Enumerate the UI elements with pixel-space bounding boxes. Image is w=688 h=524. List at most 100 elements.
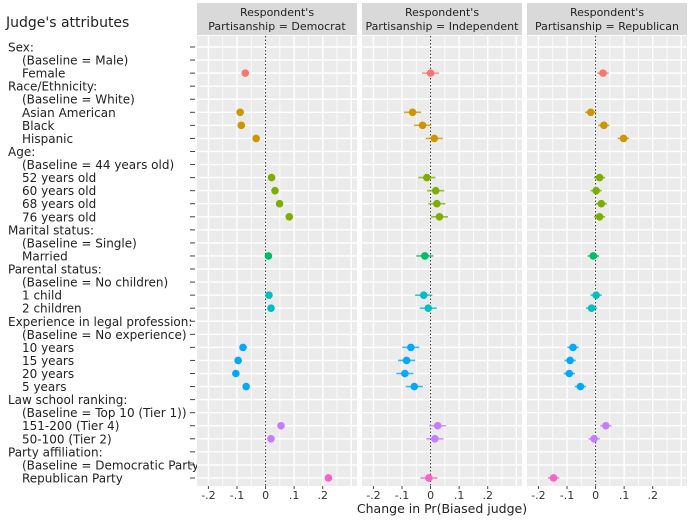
panel-background xyxy=(362,36,522,486)
point-estimate xyxy=(267,435,275,443)
y-tick-label: 2 children xyxy=(22,302,82,316)
point-estimate xyxy=(419,291,428,299)
point-estimate xyxy=(252,134,260,143)
point-estimate xyxy=(401,369,409,378)
facet-panel-2: Respondent'sPartisanship = Republican -.2… xyxy=(527,3,687,502)
y-tick-label: Republican Party xyxy=(22,471,123,485)
y-tick-label: (Baseline = 44 years old) xyxy=(22,158,174,172)
point-estimate xyxy=(592,291,600,299)
point-estimate xyxy=(265,291,273,299)
y-tick-label: 20 years xyxy=(22,367,74,381)
x-tick-label: -.2 xyxy=(531,489,545,502)
point-estimate xyxy=(433,421,442,430)
point-estimate xyxy=(431,186,440,195)
y-tick-label: (Baseline = Top 10 (Tier 1)) xyxy=(22,406,187,420)
facet-panels: Respondent's Partisanship = Democrat -.2 -.… xyxy=(197,3,687,502)
point-estimate xyxy=(237,121,246,130)
y-tick-label: 15 years xyxy=(22,354,74,368)
panel-background xyxy=(197,36,357,486)
point-estimate xyxy=(423,173,431,182)
point-estimate xyxy=(234,356,242,365)
y-tick-label: Party affiliation: xyxy=(8,445,103,459)
x-tick-label: -.1 xyxy=(230,489,244,502)
y-tick-label: Asian American xyxy=(22,106,116,120)
point-estimate xyxy=(589,252,598,260)
y-tick-label: Black xyxy=(22,119,55,133)
point-estimate xyxy=(602,421,610,430)
point-estimate xyxy=(324,474,333,482)
point-estimate xyxy=(426,69,435,77)
point-estimate xyxy=(232,369,240,378)
y-tick-label: Hispanic xyxy=(22,132,73,146)
point-estimate xyxy=(275,199,284,208)
y-tick-label: (Baseline = White) xyxy=(22,93,135,107)
point-estimate xyxy=(576,382,585,391)
point-estimate xyxy=(271,186,279,195)
x-tick-label: .2 xyxy=(317,489,328,502)
point-estimate xyxy=(592,186,600,195)
y-tick-label: Parental status: xyxy=(8,263,102,277)
point-estimate xyxy=(597,199,606,208)
point-estimate xyxy=(408,108,417,117)
y-tick-label: Sex: xyxy=(8,41,34,55)
x-tick-label: 0 xyxy=(262,489,269,502)
point-estimate xyxy=(242,382,250,391)
point-estimate xyxy=(267,304,275,313)
y-tick-label: Law school ranking: xyxy=(8,393,127,407)
point-estimate xyxy=(433,199,441,208)
point-estimate xyxy=(424,304,433,313)
y-tick-label: 52 years old xyxy=(22,171,96,185)
y-tick-label: (Baseline = Single) xyxy=(22,236,137,250)
y-tick-label: (Baseline = No experience) xyxy=(22,328,187,342)
point-estimate xyxy=(549,474,558,482)
x-axis-title: Change in Pr(Biased judge) xyxy=(357,501,527,516)
point-estimate xyxy=(277,421,285,430)
point-estimate xyxy=(565,369,574,378)
panel-background xyxy=(527,36,687,486)
strip-label-line2: Partisanship = Democrat xyxy=(208,20,346,33)
point-estimate xyxy=(267,173,276,182)
y-tick-label: 1 child xyxy=(22,289,62,303)
y-tick-label: 68 years old xyxy=(22,197,96,211)
strip-label-line1: Respondent's xyxy=(570,6,644,19)
x-tick-label: .2 xyxy=(647,489,658,502)
x-tick-label: .1 xyxy=(619,489,630,502)
point-estimate xyxy=(421,252,429,260)
y-tick-label: 151-200 (Tier 4) xyxy=(22,419,119,433)
y-tick-label: Marital status: xyxy=(8,223,94,237)
point-estimate xyxy=(236,108,244,117)
point-estimate xyxy=(599,69,607,77)
y-tick-label: Female xyxy=(22,67,65,81)
y-tick-label: Age: xyxy=(8,145,35,159)
y-tick-label: Married xyxy=(22,249,68,263)
x-tick-label: 0 xyxy=(592,489,599,502)
x-tick-label: -.1 xyxy=(560,489,574,502)
point-estimate xyxy=(595,212,604,221)
x-tick-label: .1 xyxy=(289,489,300,502)
y-tick-label: 50-100 (Tier 2) xyxy=(22,432,112,446)
y-tick-label: Race/Ethnicity: xyxy=(8,80,97,94)
point-estimate xyxy=(239,343,247,352)
point-estimate xyxy=(264,252,273,260)
y-tick-label: 5 years xyxy=(22,380,66,394)
y-axis-title: Judge's attributes xyxy=(5,15,129,31)
point-estimate xyxy=(430,134,439,143)
y-tick-label: (Baseline = No children) xyxy=(22,276,168,290)
y-tick-label: 10 years xyxy=(22,341,74,355)
point-estimate xyxy=(418,121,427,130)
y-tick-label: 76 years old xyxy=(22,210,96,224)
point-estimate xyxy=(241,69,250,77)
y-tick-label: (Baseline = Male) xyxy=(22,54,128,68)
facet-panel-0: Respondent'sPartisanship = Democrat -.2 -.… xyxy=(197,3,357,502)
x-tick-label: -.2 xyxy=(201,489,215,502)
point-estimate xyxy=(586,108,595,117)
point-estimate xyxy=(566,356,574,365)
point-estimate xyxy=(569,343,577,352)
strip-label-line1: Respondent's xyxy=(405,6,479,19)
y-tick-label: (Baseline = Democratic Party) xyxy=(22,458,204,472)
point-estimate xyxy=(431,435,439,443)
point-estimate xyxy=(425,474,433,482)
point-estimate xyxy=(410,382,419,391)
point-estimate xyxy=(402,356,411,365)
strip-label-line2: Partisanship = Independent xyxy=(366,20,520,33)
